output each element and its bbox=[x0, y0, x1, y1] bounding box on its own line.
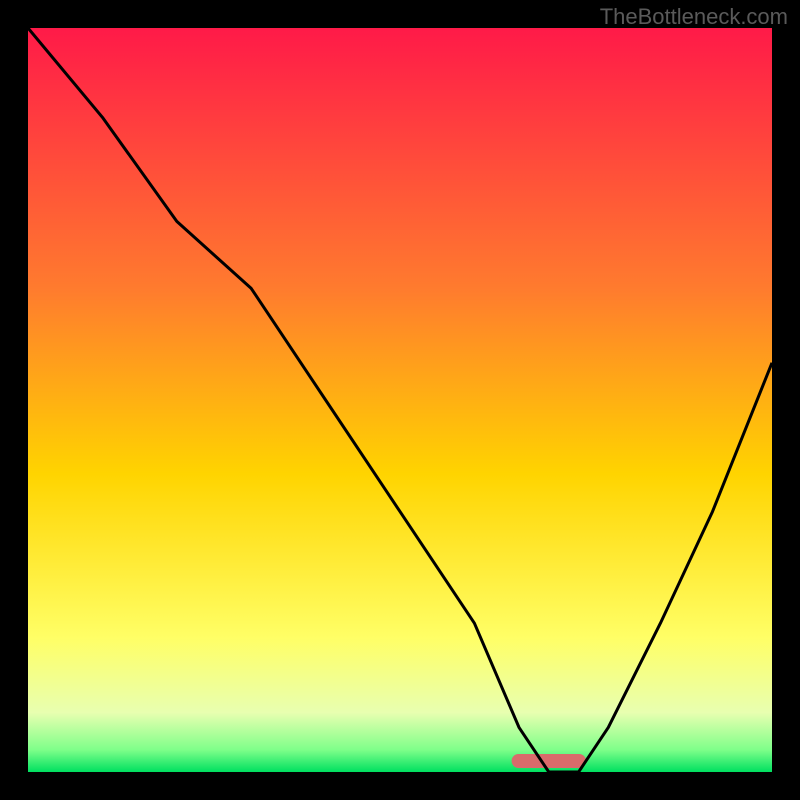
chart-background bbox=[28, 28, 772, 772]
chart-svg bbox=[28, 28, 772, 772]
watermark-text: TheBottleneck.com bbox=[600, 4, 788, 30]
chart-marker bbox=[512, 754, 586, 768]
chart-plot-area bbox=[28, 28, 772, 772]
